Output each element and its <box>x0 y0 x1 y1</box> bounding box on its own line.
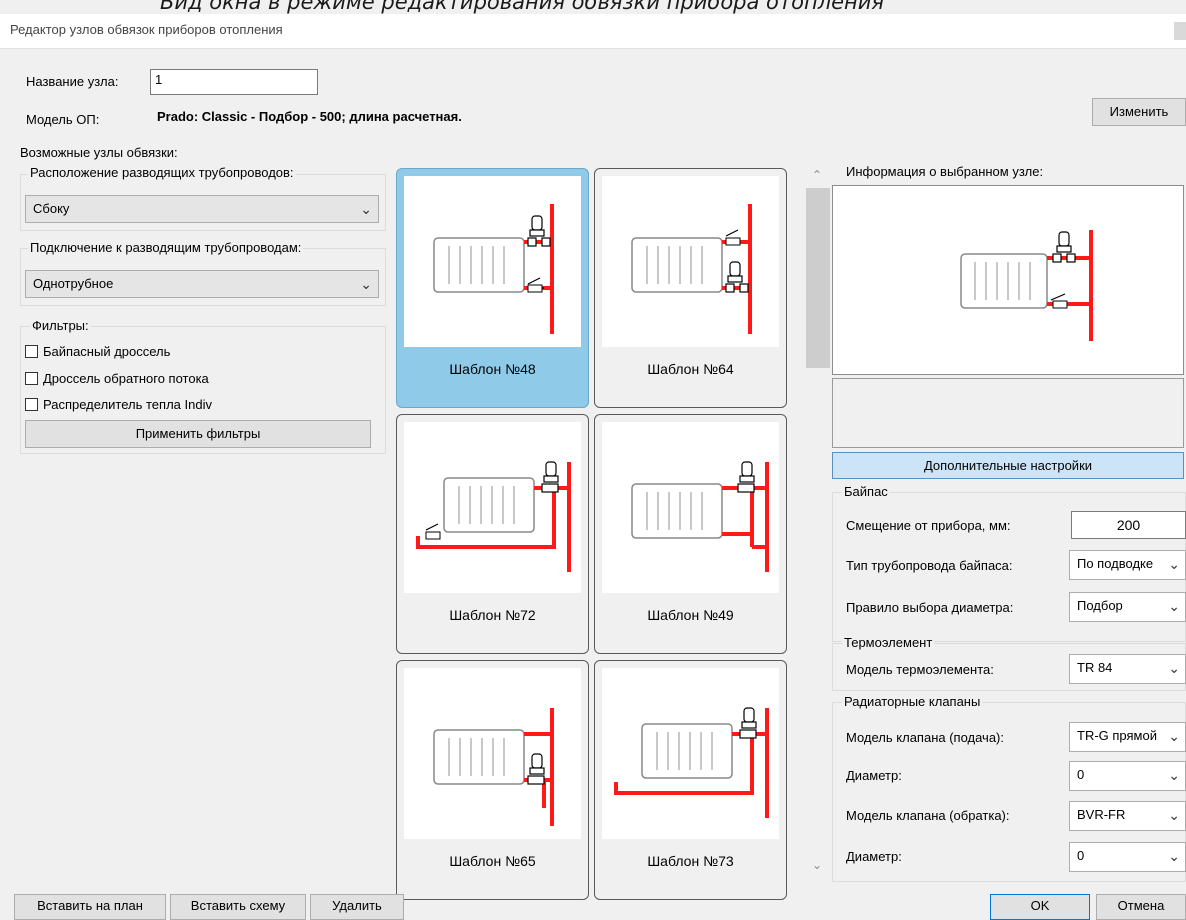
template-tile-48[interactable]: Шаблон №48 <box>396 168 589 408</box>
template-tile-73[interactable]: Шаблон №73 <box>594 660 787 900</box>
offset-label: Смещение от прибора, мм: <box>846 518 1011 533</box>
cancel-button[interactable]: Отмена <box>1096 894 1186 920</box>
filter-label: Распределитель тепла Indiv <box>43 397 212 412</box>
thermo-model-value: TR 84 <box>1077 660 1113 675</box>
bypass-pipe-type-value: По подводке <box>1077 556 1154 571</box>
template-tile-72[interactable]: Шаблон №72 <box>396 414 589 654</box>
checkbox-icon[interactable] <box>25 345 38 358</box>
title-bar: Редактор узлов обвязок приборов отоплени… <box>0 14 1186 49</box>
info-label: Информация о выбранном узле: <box>846 164 1044 179</box>
template-diagram <box>602 176 779 347</box>
chevron-down-icon: ⌄ <box>1165 802 1180 828</box>
template-tile-64[interactable]: Шаблон №64 <box>594 168 787 408</box>
valve-return-label: Модель клапана (обратка): <box>846 808 1010 823</box>
diameter-rule-label: Правило выбора диаметра: <box>846 600 1014 615</box>
model-label: Модель ОП: <box>26 112 100 127</box>
template-label: Шаблон №49 <box>647 607 734 623</box>
valve-supply-label: Модель клапана (подача): <box>846 730 1004 745</box>
template-tile-49[interactable]: Шаблон №49 <box>594 414 787 654</box>
valves-group-label: Радиаторные клапаны <box>842 694 983 709</box>
template-diagram <box>404 422 581 593</box>
delete-button[interactable]: Удалить <box>310 894 404 920</box>
diameter1-value: 0 <box>1077 767 1085 782</box>
bypass-group-label: Байпас <box>842 484 890 499</box>
close-icon[interactable] <box>1174 22 1186 40</box>
chevron-down-icon: ⌄ <box>1165 843 1180 869</box>
bypass-pipe-type-label: Тип трубопровода байпаса: <box>846 558 1013 573</box>
chevron-down-icon: ⌄ <box>1165 593 1180 619</box>
connection-label: Подключение к разводящим трубопроводам: <box>28 240 304 255</box>
possible-nodes-label: Возможные узлы обвязки: <box>20 145 178 160</box>
diameter2-label: Диаметр: <box>846 849 902 864</box>
valve-return-value: BVR-FR <box>1077 807 1126 822</box>
checkbox-icon[interactable] <box>25 372 38 385</box>
valve-supply-value: TR-G прямой <box>1077 728 1157 743</box>
filters-label: Фильтры: <box>30 318 91 333</box>
pipe-location-select[interactable]: Сбоку ⌄ <box>25 195 379 223</box>
template-diagram <box>404 176 581 347</box>
chevron-down-icon: ⌄ <box>360 276 372 292</box>
diameter2-select[interactable]: 0 ⌄ <box>1069 842 1186 872</box>
extra-settings-button[interactable]: Дополнительные настройки <box>832 452 1184 479</box>
filter-bypass-throttle[interactable]: Байпасный дроссель <box>25 344 170 359</box>
template-tile-65[interactable]: Шаблон №65 <box>396 660 589 900</box>
connection-select[interactable]: Однотрубное ⌄ <box>25 270 379 298</box>
figure-caption: Вид окна в режиме редактирования обвязки… <box>160 0 885 14</box>
filter-heat-distributor[interactable]: Распределитель тепла Indiv <box>25 397 212 412</box>
scroll-up-icon[interactable]: ⌃ <box>812 168 822 182</box>
chevron-down-icon: ⌄ <box>1165 551 1180 577</box>
chevron-down-icon: ⌄ <box>1165 723 1180 749</box>
valve-supply-select[interactable]: TR-G прямой ⌄ <box>1069 722 1186 752</box>
template-label: Шаблон №72 <box>449 607 536 623</box>
node-name-input[interactable]: 1 <box>150 69 318 95</box>
diameter2-value: 0 <box>1077 848 1085 863</box>
thermo-model-label: Модель термоэлемента: <box>846 662 994 677</box>
connection-value: Однотрубное <box>33 276 114 291</box>
scrollbar-thumb[interactable] <box>806 188 830 368</box>
apply-filters-button[interactable]: Применить фильтры <box>25 420 371 448</box>
diameter-rule-value: Подбор <box>1077 598 1123 613</box>
template-label: Шаблон №48 <box>449 361 536 377</box>
change-button[interactable]: Изменить <box>1092 98 1186 126</box>
thermo-model-select[interactable]: TR 84 ⌄ <box>1069 654 1186 684</box>
checkbox-icon[interactable] <box>25 398 38 411</box>
insert-scheme-button[interactable]: Вставить схему <box>170 894 306 920</box>
thermo-group-label: Термоэлемент <box>842 635 935 650</box>
chevron-down-icon: ⌄ <box>360 201 372 217</box>
ok-button[interactable]: OK <box>990 894 1090 920</box>
valve-return-select[interactable]: BVR-FR ⌄ <box>1069 801 1186 831</box>
pipe-location-label: Расположение разводящих трубопроводов: <box>28 165 296 180</box>
diameter1-select[interactable]: 0 ⌄ <box>1069 761 1186 791</box>
selected-node-details <box>832 378 1184 448</box>
pipe-location-value: Сбоку <box>33 201 70 216</box>
filter-label: Дроссель обратного потока <box>43 371 209 386</box>
bypass-pipe-type-select[interactable]: По подводке ⌄ <box>1069 550 1186 580</box>
offset-input[interactable]: 200 <box>1071 511 1186 539</box>
diameter-rule-select[interactable]: Подбор ⌄ <box>1069 592 1186 622</box>
diameter1-label: Диаметр: <box>846 768 902 783</box>
chevron-down-icon: ⌄ <box>1165 655 1180 681</box>
template-label: Шаблон №73 <box>647 853 734 869</box>
chevron-down-icon: ⌄ <box>1165 762 1180 788</box>
template-label: Шаблон №65 <box>449 853 536 869</box>
template-diagram <box>602 668 779 839</box>
template-diagram <box>404 668 581 839</box>
template-label: Шаблон №64 <box>647 361 734 377</box>
scroll-down-icon[interactable]: ⌄ <box>812 858 822 872</box>
filter-label: Байпасный дроссель <box>43 344 171 359</box>
template-diagram <box>602 422 779 593</box>
selected-node-preview <box>832 185 1184 375</box>
model-value: Prado: Classic - Подбор - 500; длина рас… <box>157 109 462 124</box>
filter-return-throttle[interactable]: Дроссель обратного потока <box>25 371 209 386</box>
window-title: Редактор узлов обвязок приборов отоплени… <box>10 22 283 37</box>
node-name-label: Название узла: <box>26 74 119 89</box>
insert-plan-button[interactable]: Вставить на план <box>14 894 166 920</box>
